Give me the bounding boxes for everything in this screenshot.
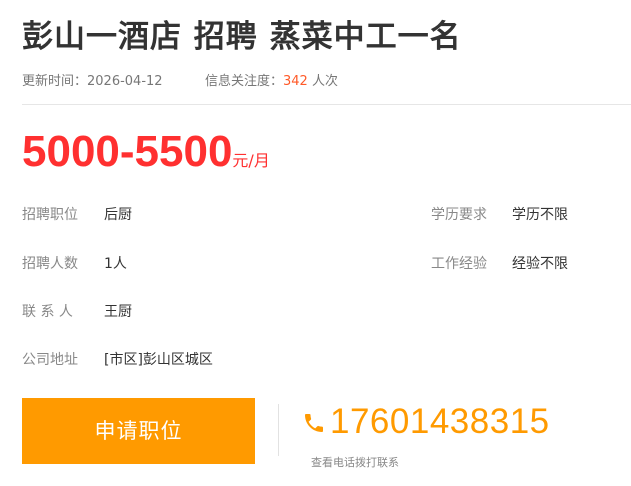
detail-contact: 联 系 人 王厨: [22, 302, 272, 322]
phone-number[interactable]: 17601438315: [330, 402, 550, 441]
detail-value: 王厨: [104, 304, 132, 320]
detail-label: 工作经验: [431, 256, 487, 272]
detail-value: 经验不限: [512, 256, 568, 272]
job-meta: 更新时间：2026-04-12 信息关注度：342 人次: [22, 72, 338, 92]
detail-label: 联 系 人: [22, 304, 73, 320]
detail-value: [市区]彭山区城区: [104, 352, 213, 368]
update-time: 更新时间：2026-04-12: [22, 74, 163, 89]
detail-experience: 工作经验 经验不限: [431, 254, 621, 274]
attention-label: 信息关注度：: [205, 74, 284, 89]
attention-count: 342: [283, 74, 308, 89]
vertical-divider: [278, 404, 279, 456]
detail-label: 招聘人数: [22, 256, 78, 272]
update-date: 2026-04-12: [87, 74, 163, 89]
divider: [22, 104, 631, 105]
job-title: 彭山一酒店 招聘 蒸菜中工一名: [22, 19, 462, 55]
detail-headcount: 招聘人数 1人: [22, 254, 272, 274]
apply-button[interactable]: 申请职位: [22, 398, 255, 464]
salary-range: 5000-5500: [22, 127, 233, 176]
detail-label: 学历要求: [431, 207, 487, 223]
detail-label: 公司地址: [22, 352, 78, 368]
detail-label: 招聘职位: [22, 207, 78, 223]
salary-unit: 元/月: [232, 151, 270, 170]
detail-value: 1人: [104, 256, 127, 272]
salary: 5000-5500元/月: [22, 124, 270, 189]
phone-icon: [302, 408, 326, 432]
update-label: 更新时间：: [22, 74, 88, 89]
phone-hint-link[interactable]: 查看电话拨打联系: [311, 454, 399, 470]
attention: 信息关注度：342 人次: [205, 72, 338, 92]
detail-education: 学历要求 学历不限: [431, 205, 621, 225]
detail-position: 招聘职位 后厨: [22, 205, 272, 225]
attention-unit: 人次: [307, 74, 338, 89]
detail-value: 学历不限: [512, 207, 568, 223]
phone-contact[interactable]: 17601438315: [302, 400, 550, 450]
detail-address: 公司地址 [市区]彭山区城区: [22, 350, 322, 370]
detail-value: 后厨: [104, 207, 132, 223]
